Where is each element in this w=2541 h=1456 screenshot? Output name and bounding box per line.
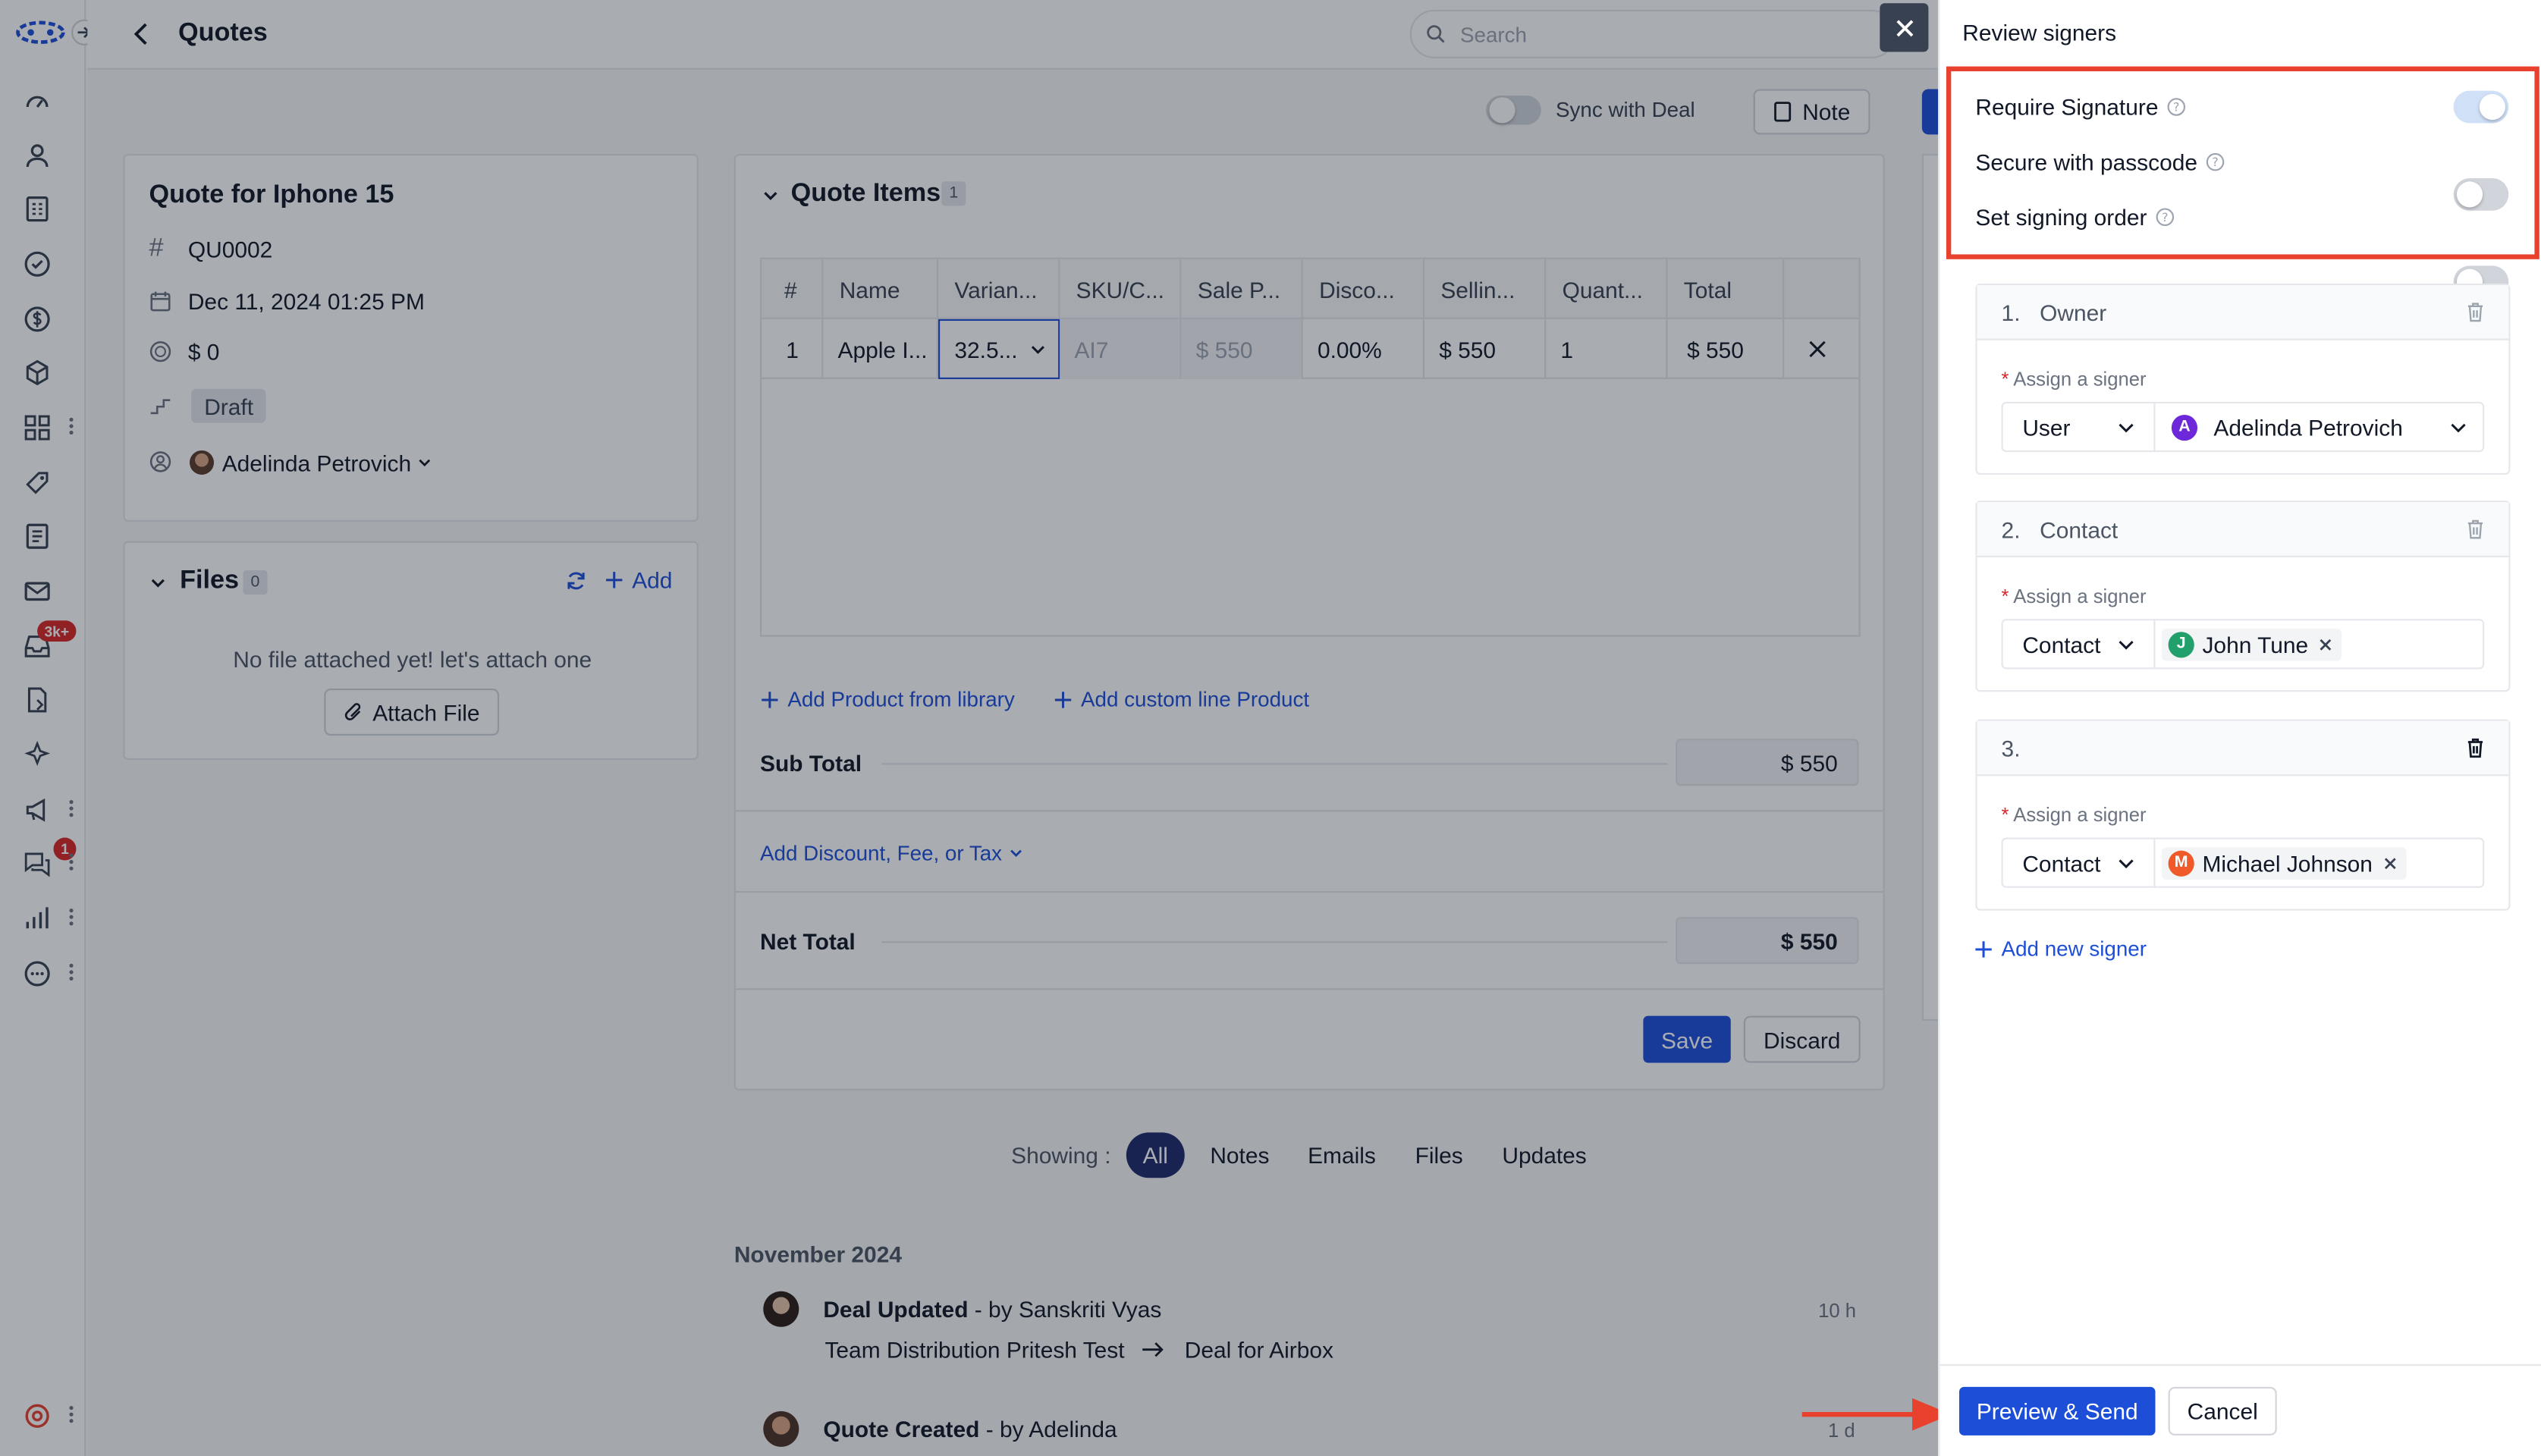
signer-type-select[interactable]: Contact bbox=[2001, 837, 2156, 888]
remove-chip-icon[interactable] bbox=[2384, 856, 2397, 869]
help-icon: ? bbox=[2166, 97, 2186, 117]
signer-type-value: Contact bbox=[2022, 849, 2101, 876]
cancel-button[interactable]: Cancel bbox=[2168, 1386, 2277, 1436]
signer-name: John Tune bbox=[2202, 631, 2309, 657]
assign-signer-label: * Assign a signer bbox=[2001, 803, 2147, 827]
modal-backdrop[interactable] bbox=[0, 0, 1939, 1456]
help-icon: ? bbox=[2155, 207, 2175, 227]
signer-type-select[interactable]: Contact bbox=[2001, 619, 2156, 670]
secure-passcode-toggle[interactable] bbox=[2453, 178, 2509, 211]
signing-order-label: Set signing order bbox=[1975, 204, 2147, 231]
signer-card: 1. Owner * Assign a signer User A Adelin… bbox=[1975, 283, 2511, 475]
svg-text:?: ? bbox=[2212, 155, 2219, 169]
signer-number: 1. bbox=[2001, 299, 2021, 325]
drawer-footer-divider bbox=[1940, 1363, 2541, 1367]
signer-chip: J John Tune bbox=[2162, 627, 2343, 661]
signer-name: Michael Johnson bbox=[2202, 849, 2373, 876]
signer-role: Owner bbox=[2040, 299, 2107, 325]
delete-signer-trash-icon[interactable] bbox=[2463, 736, 2486, 760]
review-signers-drawer: Review signers Require Signature ? Secur… bbox=[1938, 0, 2541, 1456]
plus-icon bbox=[1974, 939, 1993, 959]
signing-order-option: Set signing order ? bbox=[1975, 204, 2174, 230]
secure-passcode-label: Secure with passcode bbox=[1975, 149, 2198, 175]
signer-avatar: A bbox=[2171, 413, 2198, 441]
signer-header: 3. bbox=[1977, 720, 2509, 777]
signer-header: 1. Owner bbox=[1977, 285, 2509, 340]
secure-passcode-option: Secure with passcode ? bbox=[1975, 149, 2225, 175]
signer-card: 2. Contact * Assign a signer Contact J J… bbox=[1975, 500, 2511, 692]
require-signature-option: Require Signature ? bbox=[1975, 94, 2185, 120]
close-icon bbox=[1896, 19, 1914, 37]
chevron-down-icon bbox=[2118, 639, 2134, 649]
signer-number: 2. bbox=[2001, 516, 2021, 542]
signer-number: 3. bbox=[2001, 734, 2021, 761]
svg-text:?: ? bbox=[2162, 210, 2169, 224]
chevron-down-icon bbox=[2118, 422, 2134, 432]
assign-signer-text: Assign a signer bbox=[2013, 585, 2147, 608]
signer-type-value: Contact bbox=[2022, 631, 2101, 657]
require-signature-toggle[interactable] bbox=[2453, 90, 2509, 124]
signer-contact-select[interactable]: M Michael Johnson bbox=[2153, 837, 2485, 888]
signer-type-value: User bbox=[2022, 413, 2071, 441]
delete-signer-trash-icon[interactable] bbox=[2463, 517, 2486, 541]
signer-avatar: M bbox=[2168, 849, 2194, 876]
help-icon: ? bbox=[2206, 152, 2225, 172]
signer-user-select[interactable]: A Adelinda Petrovich bbox=[2153, 401, 2485, 453]
signer-type-select[interactable]: User bbox=[2001, 401, 2156, 453]
chevron-down-icon bbox=[2450, 422, 2466, 432]
add-new-signer-button[interactable]: Add new signer bbox=[1974, 937, 2147, 961]
assign-signer-label: * Assign a signer bbox=[2001, 367, 2147, 391]
delete-signer-trash-icon[interactable] bbox=[2463, 300, 2486, 324]
signer-contact-select[interactable]: J John Tune bbox=[2153, 619, 2485, 670]
assign-signer-text: Assign a signer bbox=[2013, 367, 2147, 391]
require-signature-label: Require Signature bbox=[1975, 93, 2159, 121]
add-new-signer-label: Add new signer bbox=[2001, 936, 2147, 961]
annotation-arrow-icon bbox=[1798, 1393, 1954, 1436]
signer-card: 3. * Assign a signer Contact M Michael J… bbox=[1975, 719, 2511, 911]
assign-signer-label: * Assign a signer bbox=[2001, 585, 2147, 608]
signer-avatar: J bbox=[2168, 631, 2194, 657]
signer-chip: M Michael Johnson bbox=[2162, 846, 2407, 880]
remove-chip-icon[interactable] bbox=[2320, 638, 2332, 651]
chevron-down-icon bbox=[2118, 858, 2134, 868]
drawer-title: Review signers bbox=[1962, 19, 2117, 46]
signer-header: 2. Contact bbox=[1977, 502, 2509, 557]
signer-role: Contact bbox=[2040, 516, 2119, 542]
preview-and-send-button[interactable]: Preview & Send bbox=[1959, 1386, 2156, 1436]
assign-signer-text: Assign a signer bbox=[2013, 803, 2147, 827]
close-drawer-button[interactable] bbox=[1880, 3, 1929, 52]
signer-name: Adelinda Petrovich bbox=[2213, 413, 2403, 441]
svg-text:?: ? bbox=[2173, 100, 2180, 115]
